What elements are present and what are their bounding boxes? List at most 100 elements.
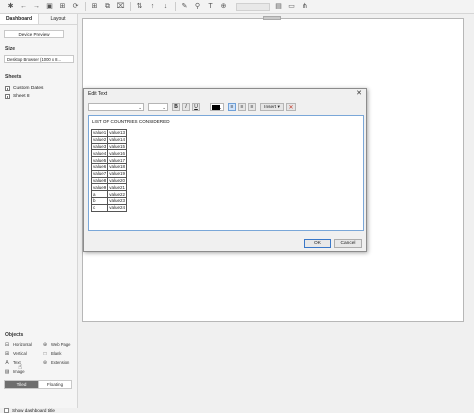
table-row: b value23 [90, 196, 128, 205]
table-cell: value2 [90, 135, 109, 144]
chevron-down-icon: ⌄ [138, 105, 142, 110]
values-table: value1 value13 value2 value14 value3 value15 v… [90, 129, 128, 212]
toolbar-divider [130, 2, 131, 11]
sort-ascending-icon[interactable]: ↑ [148, 2, 157, 11]
clear-formatting-button[interactable]: ✕ [286, 103, 296, 111]
new-sheet-icon[interactable]: ⊞ [90, 2, 99, 11]
tableau-logo-icon[interactable]: ✱ [6, 2, 15, 11]
table-cell: value1 [90, 129, 109, 137]
tab-layout[interactable]: Layout [39, 14, 77, 24]
align-right-icon: ≡ [250, 104, 254, 110]
tab-dashboard[interactable]: Dashboard [0, 14, 39, 24]
table-cell: value22 [107, 190, 128, 198]
align-left-button[interactable]: ≡ [228, 103, 236, 111]
back-icon[interactable]: ← [19, 2, 28, 11]
object-label: Blank [51, 351, 62, 356]
align-right-button[interactable]: ≡ [248, 103, 256, 111]
dialog-title: Edit Text [88, 91, 108, 97]
table-cell: c [90, 203, 109, 212]
text-editor-area[interactable]: LIST OF COUNTRIES CONSIDERED value1 value… [88, 115, 364, 231]
show-title-row[interactable]: Show dashboard title [4, 408, 55, 413]
toolbar-divider [85, 2, 86, 11]
forward-icon[interactable]: → [32, 2, 41, 11]
clear-sheet-icon[interactable]: ⌧ [116, 2, 125, 11]
align-center-button[interactable]: ≡ [238, 103, 246, 111]
highlight-icon[interactable]: ✎ [180, 2, 189, 11]
text-heading: LIST OF COUNTRIES CONSIDERED [92, 119, 170, 124]
show-title-checkbox[interactable] [4, 408, 9, 413]
sheet-item-label: Custom Dates [13, 86, 44, 91]
swap-icon[interactable]: ⇅ [135, 2, 144, 11]
presentation-mode-icon[interactable]: ▭ [287, 2, 296, 11]
object-label: Web Page [51, 342, 71, 347]
pause-updates-icon[interactable]: ⟳ [71, 2, 80, 11]
bold-button[interactable]: B [172, 103, 180, 111]
text-icon: A [5, 359, 9, 366]
sort-descending-icon[interactable]: ↓ [161, 2, 170, 11]
object-vertical[interactable]: ⊞ Vertical [4, 350, 27, 357]
table-cell: value14 [107, 135, 128, 144]
size-section-title: Size [5, 46, 16, 52]
underline-button[interactable]: U [192, 103, 200, 111]
object-horizontal[interactable]: ⊟ Horizontal [4, 342, 32, 348]
font-size-dropdown[interactable]: ⌄ [148, 103, 168, 111]
sheet-item-custom-dates[interactable]: Custom Dates [5, 86, 43, 91]
table-row: value5 value17 [90, 156, 128, 164]
sheet-item-sheet-8[interactable]: Sheet 8 [5, 94, 30, 99]
labels-icon[interactable]: T [206, 2, 215, 11]
table-cell: value21 [107, 183, 128, 192]
object-blank[interactable]: □ Blank [42, 350, 62, 357]
table-cell: value7 [90, 169, 109, 178]
object-web-page[interactable]: ⊕ Web Page [42, 342, 71, 348]
ok-button[interactable]: OK [304, 239, 331, 248]
floating-toggle[interactable]: Floating [38, 380, 72, 389]
table-cell: value8 [90, 176, 109, 185]
table-cell: value17 [107, 156, 128, 164]
worksheet-icon [5, 94, 10, 99]
italic-button[interactable]: I [182, 103, 190, 111]
show-cards-icon[interactable]: ▤ [274, 2, 283, 11]
device-preview-button[interactable]: Device Preview [4, 30, 64, 38]
table-cell: value20 [107, 176, 128, 185]
new-datasource-icon[interactable]: ⊞ [58, 2, 67, 11]
duplicate-sheet-icon[interactable]: ⧉ [103, 2, 112, 11]
table-cell: value19 [107, 169, 128, 178]
object-extension[interactable]: ⊛ Extension [42, 360, 70, 366]
table-cell: value3 [90, 142, 109, 151]
table-cell: value6 [90, 162, 109, 171]
image-icon: ▨ [4, 368, 10, 375]
blank-icon: □ [43, 350, 47, 357]
insert-dropdown[interactable]: Insert ▾ [260, 103, 284, 111]
canvas-resize-handle[interactable] [263, 16, 281, 20]
align-center-icon: ≡ [240, 104, 244, 110]
object-label: Vertical [13, 351, 27, 356]
objects-section-title: Objects [5, 332, 24, 338]
edit-text-dialog: Edit Text ✕ ⌄ ⌄ B I U ⌄ ≡ ≡ ≡ Insert ▾ ✕… [83, 88, 367, 252]
fit-dropdown[interactable] [236, 2, 270, 11]
object-label: Horizontal [13, 342, 32, 347]
share-icon[interactable]: ⋔ [300, 2, 309, 11]
table-cell: value23 [107, 196, 128, 205]
table-row: value4 value16 [90, 149, 128, 158]
pane-tabs: Dashboard Layout [0, 14, 77, 25]
tiled-toggle[interactable]: Tiled [4, 380, 39, 389]
save-icon[interactable]: ▣ [45, 2, 54, 11]
table-cell: a [90, 190, 109, 198]
size-dropdown[interactable]: Desktop Browser (1000 x 8... [4, 55, 74, 63]
close-icon[interactable]: ✕ [356, 89, 362, 97]
sheet-item-label: Sheet 8 [13, 94, 30, 99]
table-cell: value13 [107, 129, 128, 137]
show-title-label: Show dashboard title [12, 408, 55, 413]
dashboard-left-pane: Dashboard Layout Device Preview Size Des… [0, 14, 78, 413]
table-cell: value5 [90, 156, 109, 164]
chevron-down-icon: ⌄ [162, 105, 166, 110]
align-left-icon: ≡ [230, 104, 234, 110]
text-color-picker[interactable]: ⌄ [210, 103, 224, 111]
font-family-dropdown[interactable]: ⌄ [88, 103, 144, 111]
fix-axes-icon[interactable]: ⊕ [219, 2, 228, 11]
vertical-container-icon: ⊞ [4, 350, 10, 357]
cancel-button[interactable]: Cancel [334, 239, 362, 248]
group-icon[interactable]: ⚲ [193, 2, 202, 11]
table-row: value8 value20 [90, 176, 128, 185]
table-cell: value16 [107, 149, 128, 158]
